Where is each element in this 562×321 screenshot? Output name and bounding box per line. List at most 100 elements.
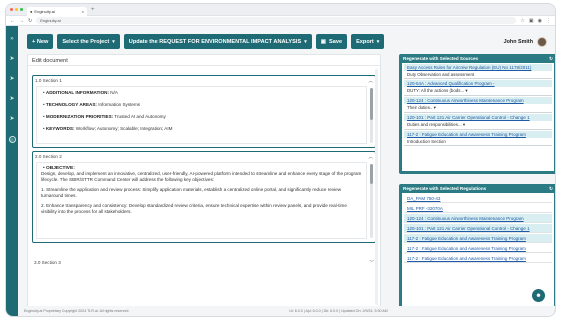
refresh-icon[interactable]: ↻	[549, 186, 553, 192]
sidebar: » ➤ ➤ ➤ ➤ ◎	[6, 26, 18, 316]
chevron-down-icon: ▾	[462, 122, 466, 127]
footer: Enginuity.ai Proprietary Copyright 2024 …	[18, 306, 555, 316]
toolbar: + New Select the Project ▾ Update the RE…	[27, 33, 547, 50]
back-icon[interactable]: ←	[10, 18, 15, 24]
sources-panel-header: Regenerate with Selected Sources ↻	[402, 54, 554, 63]
list-item[interactable]: 120-54A : Advanced Qualification Program…	[404, 80, 552, 96]
window-controls	[10, 8, 23, 11]
section-1-header[interactable]: 1.0 Section 1 ︿	[33, 76, 375, 85]
regulation-link[interactable]: 117-2 : Fatigue Education and Awareness …	[404, 244, 552, 252]
section-1-editor[interactable]: • ADDITIONAL INFORMATION: N/A • TECHNOLO…	[36, 86, 367, 144]
objective-item-1: 1. Streamline the application and review…	[41, 187, 342, 198]
list-item[interactable]: 120-124 : Continuous Airworthiness Maint…	[404, 97, 552, 113]
tab-title: Enginuity.ai	[34, 8, 55, 14]
menu-icon[interactable]: ⋮	[546, 18, 551, 24]
chevron-down-icon: ▾	[112, 38, 115, 45]
minimize-dot[interactable]	[15, 8, 18, 11]
list-item[interactable]: MIL PRF -32070A	[404, 204, 552, 213]
bookmark-icon[interactable]: ☆	[520, 18, 524, 24]
regulations-panel-title: Regenerate with Selected Regulations	[403, 186, 487, 191]
reload-icon[interactable]: ↻	[28, 18, 32, 24]
list-item[interactable]: 117-2 : Fatigue Education and Awareness …	[404, 234, 552, 243]
regulation-link[interactable]: DA_PAM 750-43	[404, 194, 552, 202]
scroll-thumb[interactable]	[370, 164, 373, 184]
maximize-dot[interactable]	[20, 8, 23, 11]
refresh-icon[interactable]: ↻	[549, 56, 553, 62]
list-item[interactable]: 117-2 : Fatigue Education and Awareness …	[404, 254, 552, 263]
browser-tab[interactable]: ● Enginuity.ai ×	[27, 6, 87, 16]
new-button[interactable]: + New	[27, 34, 54, 49]
app: » ➤ ➤ ➤ ➤ ◎ + New Select the Project ▾ U…	[6, 26, 555, 316]
footer-copyright: Enginuity.ai Proprietary Copyright 2024 …	[24, 309, 130, 313]
section-3-header[interactable]: 3.0 Section 3 ﹀	[32, 258, 376, 267]
section-1-scrollbar[interactable]	[370, 88, 373, 143]
sidebar-nav-3-icon[interactable]: ➤	[9, 96, 14, 102]
list-item[interactable]: 117-2 : Fatigue Education and Awareness …	[404, 244, 552, 253]
list-item[interactable]: 117-2 : Fatigue Education and Awareness …	[404, 131, 552, 146]
regulation-link[interactable]: 120-101 : Part 121 Air Carrier Operation…	[404, 224, 552, 232]
project-title-label: Update the REQUEST FOR ENVIRONMENTAL IMP…	[128, 38, 302, 45]
select-project-dropdown[interactable]: Select the Project ▾	[57, 34, 120, 49]
section-2-scrollbar[interactable]	[370, 164, 373, 238]
regulation-link[interactable]: 117-2 : Fatigue Education and Awareness …	[404, 254, 552, 262]
regulations-list: DA_PAM 750-43 MIL PRF -32070A 120-124 : …	[402, 193, 554, 309]
source-snippet: Introduction Section	[407, 139, 446, 144]
section-1-title: 1.0 Section 1	[35, 78, 62, 83]
source-link[interactable]: 117-2 : Fatigue Education and Awareness …	[404, 131, 552, 138]
sidebar-nav-4-icon[interactable]: ➤	[9, 116, 14, 122]
list-item[interactable]: Easy Access Rules for Aircrew Regulation…	[404, 64, 552, 79]
regulation-link[interactable]: MIL PRF -32070A	[404, 204, 552, 212]
new-tab-icon[interactable]: +	[91, 7, 95, 13]
chevron-down-icon: ▾	[433, 105, 436, 110]
source-snippet: DUTY: All the actions (bods... ▾	[407, 88, 468, 93]
source-snippet: Duties and responsibilities... ▾	[407, 122, 466, 127]
list-item[interactable]: DA_PAM 750-43	[404, 194, 552, 203]
section-1[interactable]: 1.0 Section 1 ︿ • ADDITIONAL INFORMATION…	[32, 75, 376, 148]
chevron-up-icon[interactable]: ︿	[368, 78, 373, 84]
objective-paragraph: Design, develop, and implement an innova…	[41, 171, 362, 182]
section-2-editor[interactable]: • OBJECTIVE: Design, develop, and implem…	[36, 162, 367, 239]
source-link[interactable]: 120-101 : Part 121 Air Carrier Operation…	[404, 114, 552, 121]
sidebar-nav-1-icon[interactable]: ➤	[9, 56, 14, 62]
regulation-link[interactable]: 120-124 : Continuous Airworthiness Maint…	[404, 214, 552, 222]
extensions-icon[interactable]: ▣	[529, 18, 534, 24]
export-dropdown[interactable]: Export ▾	[351, 34, 385, 49]
save-button[interactable]: ▣ Save	[315, 34, 348, 49]
list-item[interactable]: 120-101 : Part 121 Air Carrier Operation…	[404, 224, 552, 233]
browser-window: ● Enginuity.ai × + ← → ↻ Enginuity.ai ☆ …	[5, 3, 556, 317]
section-2[interactable]: 2.0 Section 2 ︿ • OBJECTIVE: Design, dev…	[32, 151, 376, 243]
chevron-down-icon: ▾	[465, 88, 468, 93]
section-2-header[interactable]: 2.0 Section 2 ︿	[33, 152, 375, 161]
profile-icon[interactable]: ◉	[538, 18, 542, 24]
list-item[interactable]: 120-124 : Continuous Airworthiness Maint…	[404, 214, 552, 223]
source-link[interactable]: Easy Access Rules for Aircrew Regulation…	[404, 64, 552, 71]
chevron-up-icon[interactable]: ︿	[368, 154, 373, 160]
chevron-down-icon[interactable]: ﹀	[369, 260, 374, 266]
url-field[interactable]: Enginuity.ai	[36, 17, 517, 24]
edit-document-scrollbar[interactable]	[375, 69, 378, 305]
main-content: + New Select the Project ▾ Update the RE…	[18, 26, 555, 316]
close-dot[interactable]	[10, 8, 13, 11]
sidebar-nav-2-icon[interactable]: ➤	[9, 76, 14, 82]
chevron-down-icon: ▾	[376, 38, 380, 45]
chevron-down-icon: ▾	[304, 38, 307, 45]
footer-version: Ui: 6.0.0 | Api: 6.0.0 | Db: 6.0.0 | Upd…	[289, 309, 388, 313]
user-menu[interactable]: John Smith	[504, 36, 547, 47]
sidebar-logo-icon[interactable]: ◎	[8, 136, 16, 143]
sidebar-toggle-icon[interactable]: »	[10, 36, 13, 42]
regulation-link[interactable]: 117-2 : Fatigue Education and Awareness …	[404, 234, 552, 242]
scroll-thumb[interactable]	[370, 88, 373, 120]
avatar[interactable]	[537, 36, 547, 47]
address-bar: ← → ↻ Enginuity.ai ☆ ▣ ◉ ⋮	[6, 16, 555, 26]
source-snippet: Their duties.. ▾	[407, 105, 436, 110]
sources-list: Easy Access Rules for Aircrew Regulation…	[402, 63, 554, 171]
list-item[interactable]: 120-101 : Part 121 Air Carrier Operation…	[404, 114, 552, 130]
section-3-title: 3.0 Section 3	[34, 260, 61, 265]
source-link[interactable]: 120-124 : Continuous Airworthiness Maint…	[404, 97, 552, 104]
help-chat-button[interactable]: ☻	[532, 289, 545, 302]
tab-close-icon[interactable]: ×	[82, 9, 84, 14]
section-2-title: 2.0 Section 2	[35, 154, 62, 159]
project-title-dropdown[interactable]: Update the REQUEST FOR ENVIRONMENTAL IMP…	[123, 34, 312, 49]
forward-icon[interactable]: →	[19, 18, 24, 24]
source-link[interactable]: 120-54A : Advanced Qualification Program…	[404, 80, 552, 87]
